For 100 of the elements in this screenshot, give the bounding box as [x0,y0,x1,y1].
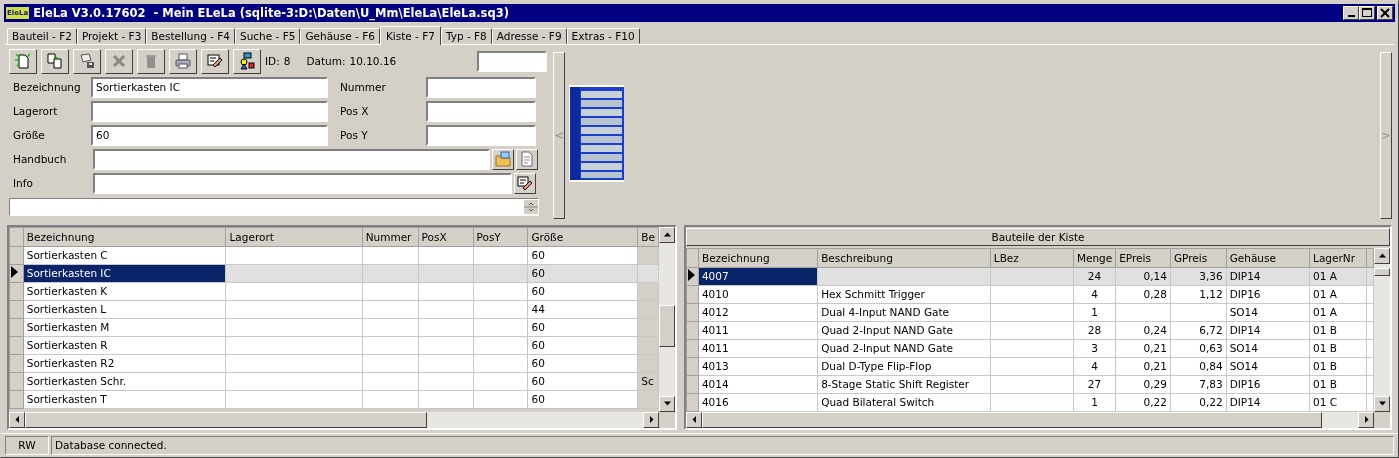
view-document-button[interactable] [516,148,538,170]
input-field[interactable] [477,50,547,72]
minimize-icon [1347,14,1355,17]
table-cell: 4 [1073,285,1116,304]
table-cell: 4013 [698,357,818,376]
table-cell [418,282,473,301]
table-cell [362,282,419,301]
scroll-up-button[interactable] [659,226,675,243]
scroll-up-button[interactable] [1374,247,1390,264]
column-header[interactable]: Gehäuse [1226,248,1310,268]
open-file-button[interactable] [492,148,514,170]
edit-button[interactable] [514,172,536,194]
column-header[interactable]: PosY [473,227,528,247]
vertical-scrollbar[interactable] [659,226,675,412]
printer-icon [174,52,192,71]
table-cell: 1,12 [1170,285,1227,304]
table-cell: Sortierkasten C [23,246,226,265]
column-header[interactable]: LBez [990,248,1074,268]
table-cell [418,300,473,319]
vertical-scrollbar[interactable] [1374,247,1390,412]
table-cell [362,372,419,391]
column-header[interactable]: EPreis [1115,248,1171,268]
tab[interactable]: Bauteil - F2 [7,27,77,44]
column-header[interactable]: Beschreibung [817,248,991,268]
table-cell [418,336,473,355]
shapes-icon [238,52,256,71]
toolbar-button[interactable] [169,48,197,74]
input-field[interactable] [426,100,536,122]
window-title: EleLa V3.0.17602 - Mein ELeLa (sqlite-3:D:\Daten\U_Mm\EleLa\EleLa.sq3) [33,5,510,20]
tab[interactable]: Kiste - F7 [379,25,441,45]
table-cell: 0,63 [1170,339,1227,358]
input-field[interactable] [426,76,536,98]
table-cell [362,318,419,337]
table-cell [473,390,528,409]
folder-icon [495,151,511,168]
column-header[interactable]: GPreis [1170,248,1227,268]
arrow-left-icon [690,416,698,424]
table-cell: 01 B [1309,339,1367,358]
scroll-left-button[interactable] [9,411,25,428]
minimize-button[interactable] [1343,5,1359,20]
tab[interactable]: Adresse - F9 [491,27,567,44]
table-cell: DIP14 [1226,393,1310,412]
scroll-right-button[interactable] [643,411,659,428]
scroll-thumb[interactable] [1374,267,1390,276]
table-cell [362,300,419,319]
input-field[interactable] [93,172,512,194]
input-field[interactable] [93,148,490,170]
date-label: Datum: [306,55,346,68]
grid-title: Bauteile der Kiste [686,227,1390,246]
column-header[interactable]: Menge [1073,248,1116,268]
table-cell [418,318,473,337]
column-header[interactable]: Be [637,227,659,247]
toolbar-button[interactable] [41,48,69,74]
toolbar-button[interactable] [73,48,101,74]
edit-icon [517,175,533,192]
input-field[interactable]: 60 [91,124,328,146]
input-field[interactable] [91,100,328,122]
input-field[interactable] [426,124,536,146]
table-cell: Dual D-Type Flip-Flop [817,357,991,376]
column-header[interactable]: Bezeichnung [23,227,226,247]
table-cell: Quad Bilateral Switch [817,393,991,412]
tab[interactable]: Projekt - F3 [76,27,147,44]
table-cell: Sortierkasten M [23,318,226,337]
tab[interactable]: Gehäuse - F6 [300,27,380,44]
column-header[interactable]: LagerNr [1309,248,1367,268]
arrow-down-icon [1378,400,1386,408]
horizontal-scrollbar[interactable] [9,411,659,428]
input-field[interactable]: Sortierkasten IC [91,76,328,98]
scroll-thumb[interactable] [25,411,427,428]
scroll-down-button[interactable] [659,395,675,412]
tab[interactable]: Bestellung - F4 [146,27,236,44]
scroll-down-button[interactable] [1374,395,1390,412]
column-header[interactable]: Größe [527,227,638,247]
column-header[interactable]: Nummer [362,227,419,247]
table-cell [473,300,528,319]
toolbar-button[interactable] [9,48,37,74]
table-cell: 60 [527,372,638,391]
column-header[interactable]: PosX [418,227,473,247]
tab[interactable]: Extras - F10 [566,27,640,44]
column-header[interactable]: Lagerort [226,227,363,247]
save-icon [78,52,96,71]
toolbar-button[interactable] [201,48,229,74]
toolbar-button[interactable] [233,48,261,74]
table-cell [418,390,473,409]
scroll-thumb[interactable] [659,304,675,347]
table-cell: 60 [527,354,638,373]
id-value: 8 [283,55,291,68]
table-cell: 7,83 [1170,375,1227,394]
field-label: Bezeichnung [13,81,82,94]
table-cell: 0,29 [1115,375,1171,394]
close-button[interactable] [1377,5,1393,20]
maximize-button[interactable] [1359,5,1375,20]
text-field[interactable] [9,197,539,216]
table-cell: 1 [1073,393,1116,412]
column-header[interactable]: Bezeichnung [698,248,818,268]
table-cell: Quad 2-Input NAND Gate [817,321,991,340]
table-cell: 0,22 [1170,393,1227,412]
tab[interactable]: Suche - F5 [235,27,301,44]
tab[interactable]: Typ - F8 [440,27,492,44]
table-cell: 01 B [1309,375,1367,394]
